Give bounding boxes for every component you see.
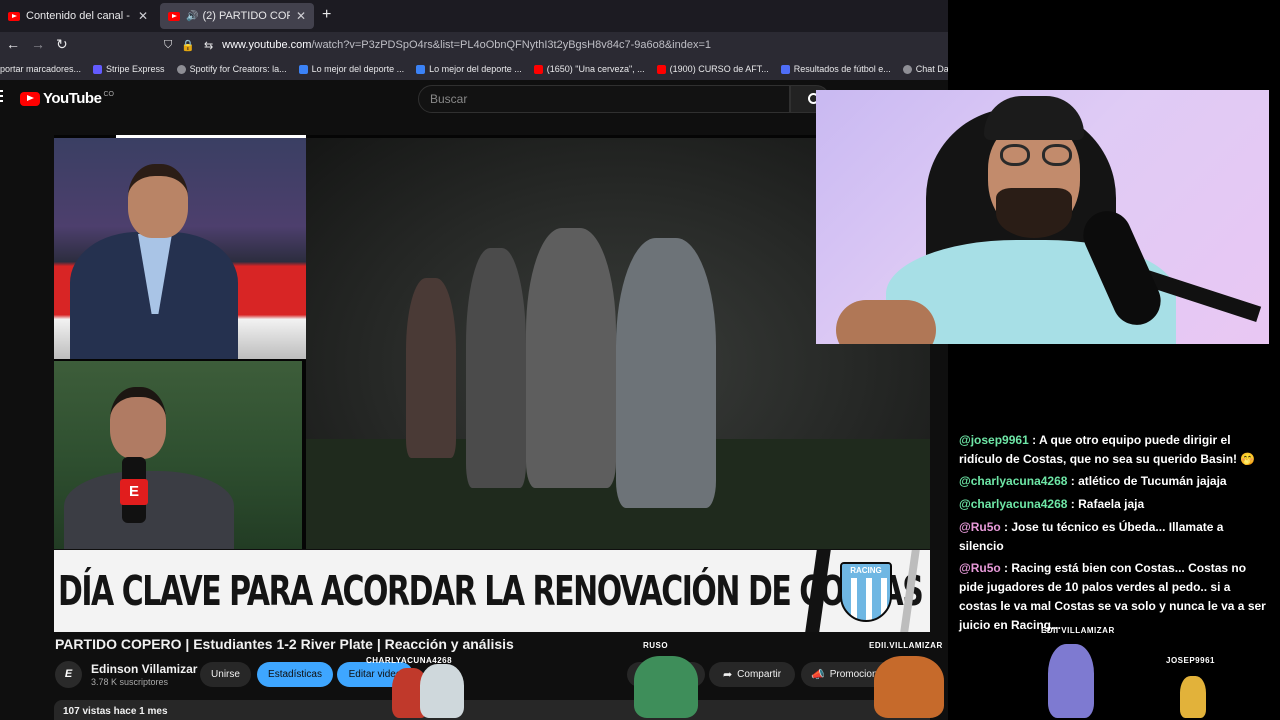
chat-text: : Racing está bien con Costas... Costas … — [959, 561, 1266, 632]
channel-name[interactable]: Edinson Villamizar — [91, 662, 197, 676]
chat-sprite-beerus — [1048, 644, 1094, 718]
chat-message: @josep9961 : A que otro equipo puede dir… — [959, 431, 1271, 469]
chat-text: : Rafaela jaja — [1067, 497, 1145, 511]
bookmark-item[interactable]: (1650) "Una cerveza", ... — [533, 64, 645, 74]
video-title: PARTIDO COPERO | Estudiantes 1-2 River P… — [55, 636, 514, 652]
join-button[interactable]: Unirse — [200, 662, 251, 687]
youtube-icon — [656, 64, 666, 74]
new-tab-button[interactable]: + — [322, 6, 331, 24]
globe-icon — [902, 64, 912, 74]
chat-username: @charlyacuna4268 — [959, 474, 1068, 488]
youtube-play-icon — [20, 91, 40, 106]
stream-chat: @josep9961 : A que otro equipo puede dir… — [948, 344, 1280, 720]
speaker-icon[interactable]: 🔊 — [186, 11, 198, 22]
browser-window: Contenido del canal - YouTube ✕ 🔊 (2) PA… — [0, 0, 948, 720]
glasses-icon — [1000, 144, 1030, 166]
permissions-icon[interactable]: ⇆ — [204, 39, 213, 52]
megaphone-icon: 📣 — [811, 669, 825, 681]
video-player[interactable]: E — [54, 135, 930, 549]
stripe-icon — [93, 64, 103, 74]
forward-arrow-icon[interactable]: → — [31, 36, 45, 52]
url-path: /watch?v=P3zPDSpO4rs&list=PL4oObnQFNythI… — [311, 39, 712, 51]
reporter-frame: E — [54, 361, 302, 549]
globe-icon — [176, 64, 186, 74]
studio-presenter-frame — [54, 138, 306, 359]
streamer-arm — [836, 300, 936, 344]
sprite-label-edii-chat: EDII VILLAMIZAR — [1041, 626, 1115, 635]
chat-username: @Ru5o — [959, 520, 1001, 534]
bookmark-item[interactable]: Spotify for Creators: la... — [176, 64, 287, 74]
site-icon — [780, 64, 790, 74]
bookmarks-toolbar: portar marcadores... Stripe Express Spot… — [0, 58, 948, 80]
youtube-icon — [533, 64, 543, 74]
subscriber-count: 3.78 K suscriptores — [91, 677, 169, 687]
tab-title: Contenido del canal - YouTube — [26, 10, 132, 22]
sprite-label-ruso: RUSO — [643, 641, 669, 650]
chat-message: @Ru5o : Racing está bien con Costas... C… — [959, 559, 1271, 635]
streamer-webcam — [816, 90, 1269, 344]
streamer-beard — [996, 188, 1072, 238]
tab-contenido-canal[interactable]: Contenido del canal - YouTube ✕ — [0, 3, 156, 29]
tab-partido-copero[interactable]: 🔊 (2) PARTIDO COPERO | Estud ✕ — [160, 3, 314, 29]
lock-icon[interactable]: 🔒 — [181, 39, 195, 52]
chat-sprite-josep — [1180, 676, 1206, 718]
microphone-icon: E — [120, 457, 148, 523]
sprite-label-edii-top: EDII.VILLAMIZAR — [869, 641, 943, 650]
shield-icon[interactable]: ⛉ — [164, 39, 172, 52]
close-tab-icon[interactable]: ✕ — [138, 9, 148, 23]
bookmark-item[interactable]: (1900) CURSO de AFT... — [656, 64, 769, 74]
sprite-label-josep: JOSEP9961 — [1166, 656, 1215, 665]
description-box[interactable]: 107 vistas hace 1 mes — [54, 700, 930, 720]
site-icon — [298, 64, 308, 74]
navigation-bar: ← → ↻ ⛉ 🔒 ⇆ www.youtube.com /watch?v=P3z… — [0, 32, 948, 58]
presenter-figure — [70, 164, 238, 359]
bookmark-item[interactable]: portar marcadores... — [0, 64, 81, 74]
bookmark-item[interactable]: Resultados de fútbol e... — [780, 64, 891, 74]
channel-row: E Edinson Villamizar 3.78 K suscriptores… — [55, 660, 948, 696]
tab-title: (2) PARTIDO COPERO | Estud — [202, 10, 289, 22]
bookmark-item[interactable]: Lo mejor del deporte ... — [416, 64, 522, 74]
bookmark-item[interactable]: Stripe Express — [93, 64, 165, 74]
close-tab-icon[interactable]: ✕ — [296, 9, 306, 23]
chat-message: @charlyacuna4268 : atlético de Tucumán j… — [959, 472, 1271, 491]
reporter-figure — [64, 387, 234, 549]
bookmark-item[interactable]: Chat Dashboard by C... — [902, 64, 948, 74]
streamer-cap — [984, 96, 1084, 140]
hamburger-menu-icon[interactable] — [0, 90, 3, 104]
share-arrow-icon: ➦ — [722, 669, 733, 681]
address-bar[interactable]: ⛉ 🔒 ⇆ www.youtube.com /watch?v=P3zPDSpO4… — [156, 34, 948, 56]
chat-sprite-charly-2 — [420, 664, 464, 718]
youtube-favicon-icon — [168, 11, 180, 21]
chat-username: @josep9961 — [959, 433, 1029, 447]
share-button[interactable]: ➦ Compartir — [709, 662, 795, 687]
tab-bar: Contenido del canal - YouTube ✕ 🔊 (2) PA… — [0, 0, 948, 32]
glasses-icon — [1042, 144, 1072, 166]
chat-message: @charlyacuna4268 : Rafaela jaja — [959, 495, 1271, 514]
chat-text: : atlético de Tucumán jajaja — [1067, 474, 1227, 488]
bookmark-item[interactable]: Lo mejor del deporte ... — [298, 64, 404, 74]
channel-avatar[interactable]: E — [55, 661, 82, 688]
site-icon — [416, 64, 426, 74]
youtube-favicon-icon — [8, 11, 20, 21]
chat-sprite-ruso — [634, 656, 698, 718]
statistics-button[interactable]: Estadísticas — [257, 662, 333, 687]
search-input[interactable]: Buscar — [418, 85, 790, 113]
racing-club-crest-icon: RACING — [840, 562, 892, 622]
url-domain: www.youtube.com — [222, 39, 312, 51]
views-and-date: 107 vistas hace 1 mes — [63, 706, 168, 717]
reload-icon[interactable]: ↻ — [56, 36, 68, 53]
youtube-page: YouTube CO Buscar E DÍA CLAVE PARA ACORD… — [0, 80, 948, 720]
chat-message: @Ru5o : Jose tu técnico es Úbeda... Illa… — [959, 518, 1271, 556]
chat-sprite-edii — [874, 656, 944, 718]
chat-username: @Ru5o — [959, 561, 1001, 575]
banner-headline: DÍA CLAVE PARA ACORDAR LA RENOVACIÓN DE … — [58, 567, 924, 615]
chat-username: @charlyacuna4268 — [959, 497, 1068, 511]
back-arrow-icon[interactable]: ← — [6, 36, 20, 52]
youtube-header: YouTube CO Buscar — [0, 80, 948, 116]
headline-banner: DÍA CLAVE PARA ACORDAR LA RENOVACIÓN DE … — [54, 550, 930, 632]
youtube-logo[interactable]: YouTube CO — [20, 90, 114, 107]
